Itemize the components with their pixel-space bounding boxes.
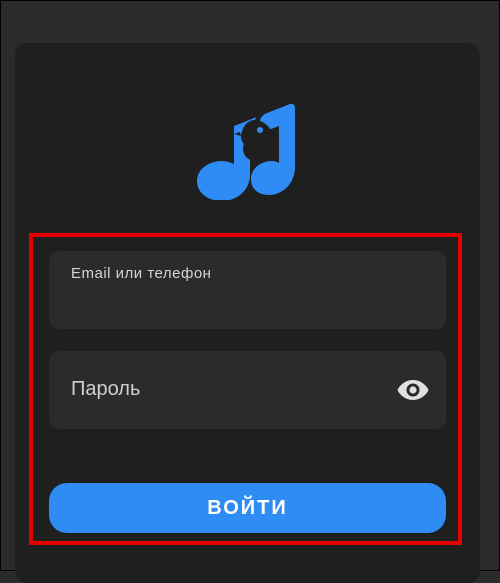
email-field[interactable]: Email или телефон (49, 251, 446, 329)
eye-icon[interactable] (396, 375, 430, 405)
screen: Email или телефон Пароль ВОЙТИ (0, 0, 500, 583)
email-label: Email или телефон (71, 265, 212, 282)
app-logo-icon (194, 98, 302, 201)
password-field[interactable]: Пароль (49, 351, 446, 429)
login-button-label: ВОЙТИ (207, 496, 288, 519)
login-button[interactable]: ВОЙТИ (49, 483, 446, 533)
password-placeholder: Пароль (71, 378, 141, 400)
